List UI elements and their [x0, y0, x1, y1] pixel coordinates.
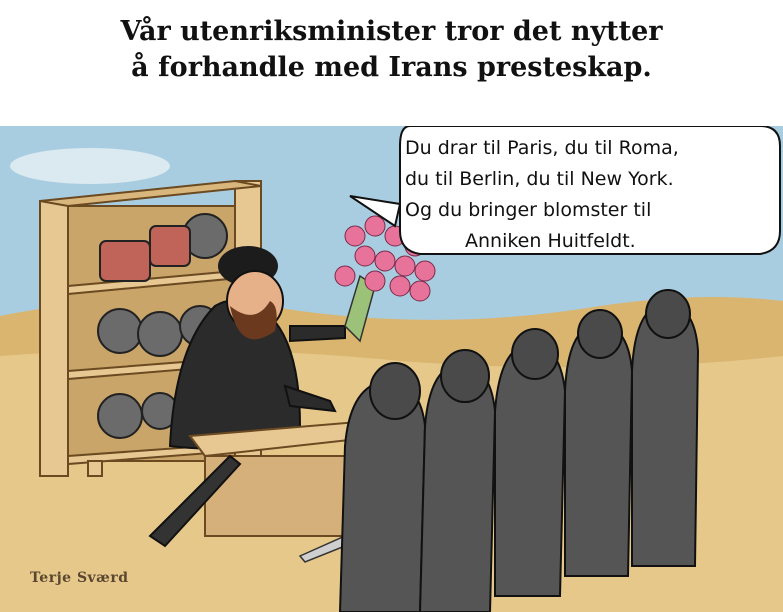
- page-caption: Vår utenriksminister tror det nytter å f…: [0, 14, 783, 86]
- speech-line-4: Anniken Huitfeldt.: [465, 230, 636, 252]
- speech-line-3: Og du bringer blomster til: [405, 199, 652, 221]
- caption-line-1: Vår utenriksminister tror det nytter: [120, 16, 663, 47]
- caption-line-2: å forhandle med Irans presteskap.: [131, 52, 652, 83]
- speech-line-1: Du drar til Paris, du til Roma,: [405, 137, 679, 159]
- speech-bubble-text: Du drar til Paris, du til Roma, du til B…: [405, 133, 775, 257]
- cloud: [10, 148, 170, 184]
- speech-line-2: du til Berlin, du til New York.: [405, 168, 674, 190]
- artist-signature: Terje Sværd: [30, 570, 129, 586]
